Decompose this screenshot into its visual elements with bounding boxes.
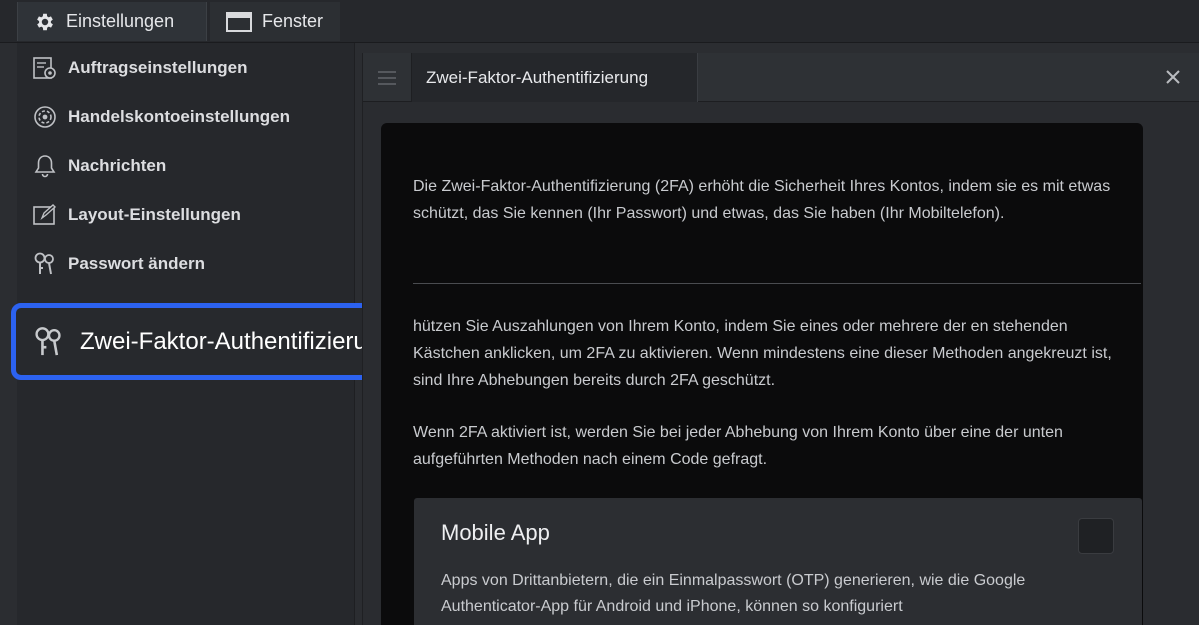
keys-icon <box>35 326 61 355</box>
settings-dropdown-menu: Auftragseinstellungen Handelskontoeinste… <box>11 43 433 625</box>
menu-item-messages[interactable]: Nachrichten <box>17 146 355 186</box>
code-request-text: Wenn 2FA aktiviert ist, werden Sie bei j… <box>413 424 1063 468</box>
close-button[interactable] <box>1162 66 1184 88</box>
menu-item-order-settings[interactable]: Auftragseinstellungen <box>17 48 355 88</box>
order-settings-icon <box>33 57 56 79</box>
menu-item-layout-settings[interactable]: Layout-Einstellungen <box>17 195 355 235</box>
menu-item-label: Handelskontoeinstellungen <box>68 107 290 126</box>
gear-icon <box>37 13 53 30</box>
settings-menu-label: Einstellungen <box>66 11 175 31</box>
mobile-app-checkbox[interactable] <box>1078 518 1114 554</box>
mobile-app-description: Apps von Drittanbietern, die ein Einmalp… <box>441 572 1026 615</box>
menu-item-account-settings[interactable]: Handelskontoeinstellungen <box>17 97 355 137</box>
panel-header: Zwei-Faktor-Authentifizierung <box>363 53 1199 102</box>
window-menu-button[interactable]: Fenster <box>210 2 340 41</box>
bell-icon <box>34 155 56 178</box>
menu-item-label: Passwort ändern <box>68 254 205 273</box>
panel-content[interactable]: Die Zwei-Faktor-Authentifizierung (2FA) … <box>381 123 1143 625</box>
hamburger-icon <box>378 70 396 85</box>
account-gear-icon <box>34 106 56 128</box>
mobile-app-card: Mobile App Apps von Drittanbietern, die … <box>414 498 1142 625</box>
menu-item-label: Zwei-Faktor-Authentifizierung <box>80 327 394 355</box>
protect-withdrawals-text: hützen Sie Auszahlungen von Ihrem Konto,… <box>413 318 1112 389</box>
menu-item-change-password[interactable]: Passwort ändern <box>17 244 355 284</box>
menu-item-label: Nachrichten <box>68 156 167 175</box>
drag-handle[interactable] <box>363 53 412 102</box>
tab-title: Zwei-Faktor-Authentifizierung <box>426 67 649 87</box>
settings-menu-button[interactable]: Einstellungen <box>17 2 207 41</box>
tab-two-factor-auth[interactable]: Zwei-Faktor-Authentifizierung <box>412 53 698 102</box>
two-factor-panel: Zwei-Faktor-Authentifizierung Die Zwei-F… <box>362 53 1199 625</box>
keys-icon <box>34 252 54 275</box>
top-menu-bar: Einstellungen Fenster <box>0 0 1199 43</box>
window-icon <box>226 11 252 32</box>
mobile-app-title: Mobile App <box>441 520 550 545</box>
menu-item-label: Auftragseinstellungen <box>68 58 248 77</box>
divider <box>413 283 1141 284</box>
intro-text: Die Zwei-Faktor-Authentifizierung (2FA) … <box>413 178 1111 222</box>
window-menu-label: Fenster <box>262 11 324 31</box>
layout-edit-icon <box>33 204 57 225</box>
close-icon <box>1166 70 1180 84</box>
menu-item-label: Layout-Einstellungen <box>68 205 241 224</box>
